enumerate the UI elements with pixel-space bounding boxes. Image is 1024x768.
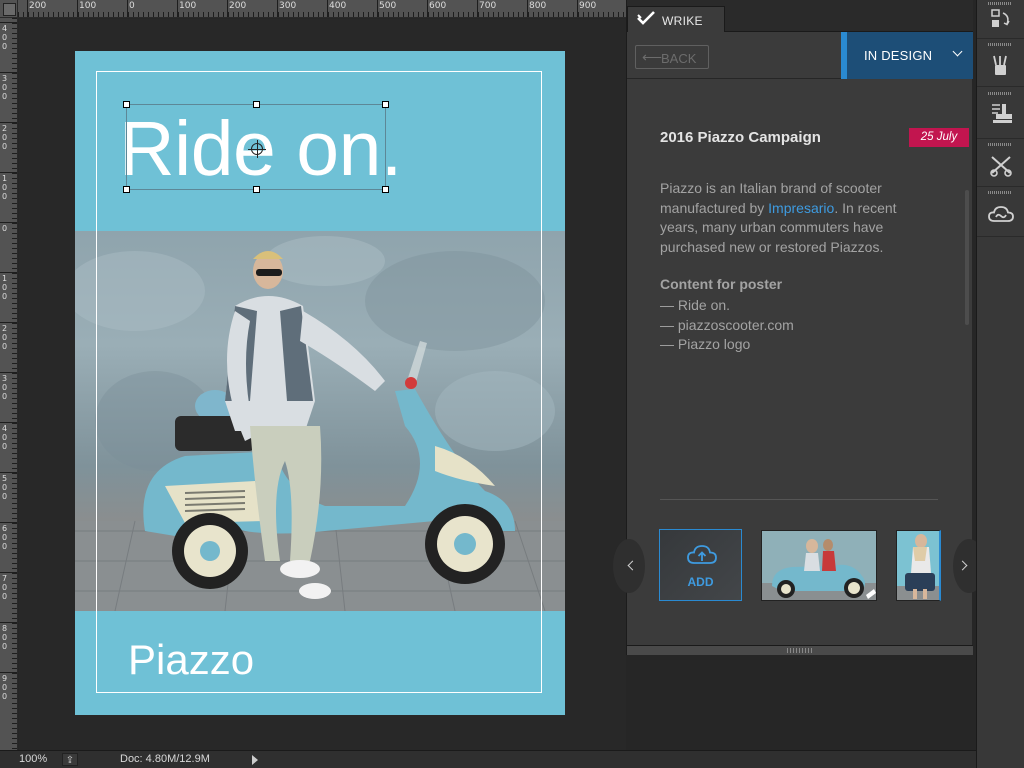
ruler-v-label: 7 0 0 xyxy=(2,574,8,601)
ruler-horizontal[interactable]: 200 100 0 100 200 300 400 500 600 700 80… xyxy=(18,0,626,18)
scissors-tools-icon[interactable] xyxy=(988,153,1014,179)
resize-grip-icon xyxy=(787,648,813,653)
ruler-v-label: 3 0 0 xyxy=(2,374,8,401)
ruler-v-label: 2 0 0 xyxy=(2,324,8,351)
document-size-info: Doc: 4.80M/12.9M xyxy=(120,753,210,765)
back-button[interactable]: ⟵ BACK xyxy=(635,45,709,69)
add-attachment-button[interactable]: ADD xyxy=(659,529,742,601)
attachment-thumbnail[interactable] xyxy=(896,530,941,601)
chevron-left-icon xyxy=(627,560,638,571)
impresario-link[interactable]: Impresario xyxy=(768,200,834,216)
due-date-badge[interactable]: 25 July xyxy=(909,128,969,147)
scooter-photo-illustration xyxy=(75,236,565,611)
attachment-thumbnail[interactable] xyxy=(761,530,877,601)
tab-wrike-label: WRIKE xyxy=(662,14,703,28)
ruler-h-label: 500 xyxy=(379,1,397,11)
resize-handle-bottom[interactable] xyxy=(253,186,260,193)
status-menu-arrow-icon[interactable] xyxy=(252,755,258,765)
ruler-h-label: 700 xyxy=(479,1,497,11)
status-label: IN DESIGN xyxy=(864,48,933,63)
brush-icon[interactable] xyxy=(988,53,1014,79)
attachments-strip: ADD xyxy=(613,520,985,615)
panel-resize-bar[interactable] xyxy=(627,645,973,655)
ruler-v-label: 4 0 0 xyxy=(2,24,8,51)
text-bounding-box[interactable] xyxy=(123,101,389,193)
ruler-v-label: 3 0 0 xyxy=(2,74,8,101)
tab-wrike[interactable]: WRIKE xyxy=(627,6,725,32)
resize-handle-bottom-right[interactable] xyxy=(382,186,389,193)
section-divider xyxy=(660,499,938,500)
app-window: 200 100 0 100 200 300 400 500 600 700 80… xyxy=(0,0,1024,768)
ruler-vertical[interactable]: 4 0 0 3 0 0 2 0 0 1 0 0 0 1 0 0 2 0 0 3 … xyxy=(0,18,18,750)
chevron-right-icon xyxy=(957,560,968,571)
ruler-h-label: 300 xyxy=(279,1,297,11)
content-list: — Ride on. — piazzoscooter.com — Piazzo … xyxy=(660,296,794,355)
list-item: — Piazzo logo xyxy=(660,336,751,352)
checkmark-icon xyxy=(637,11,655,25)
resize-handle-top-right[interactable] xyxy=(382,101,389,108)
ruler-v-label: 4 0 0 xyxy=(2,424,8,451)
content-heading: Content for poster xyxy=(660,276,783,292)
scooter-photo[interactable] xyxy=(75,231,565,611)
wrike-panel: WRIKE ⟵ BACK IN DESIGN 2016 Piazzo Campa… xyxy=(613,0,985,655)
history-icon[interactable] xyxy=(988,6,1014,32)
panel-dock xyxy=(976,0,1024,768)
back-button-label: BACK xyxy=(661,51,697,66)
chevron-down-icon xyxy=(952,46,963,57)
poster-brand-name[interactable]: Piazzo xyxy=(128,636,254,684)
task-description: Piazzo is an Italian brand of scooter ma… xyxy=(660,179,935,257)
list-item: — piazzoscooter.com xyxy=(660,316,794,333)
cloud-upload-icon xyxy=(687,545,717,564)
task-header-bar: ⟵ BACK IN DESIGN xyxy=(627,32,973,79)
ruler-v-label: 5 0 0 xyxy=(2,474,8,501)
list-item: — Ride on. xyxy=(660,297,731,313)
panel-tab-bar: WRIKE xyxy=(627,0,973,32)
resize-handle-top[interactable] xyxy=(253,101,260,108)
ruler-h-label: 0 xyxy=(129,1,135,11)
attachment-image xyxy=(762,531,876,600)
ruler-v-label: 1 0 0 xyxy=(2,274,8,301)
stamp-icon[interactable] xyxy=(988,101,1014,127)
status-dropdown[interactable]: IN DESIGN xyxy=(841,32,973,79)
attachments-prev-button[interactable] xyxy=(613,539,645,593)
ruler-v-label: 2 0 0 xyxy=(2,124,8,151)
status-bar: 100% ⇪ Doc: 4.80M/12.9M xyxy=(0,750,976,768)
ruler-v-label: 1 0 0 xyxy=(2,174,8,201)
ruler-v-label: 8 0 0 xyxy=(2,624,8,651)
ruler-v-label: 6 0 0 xyxy=(2,524,8,551)
resize-handle-bottom-left[interactable] xyxy=(123,186,130,193)
ruler-h-label: 200 xyxy=(229,1,247,11)
attachment-image xyxy=(897,531,939,600)
ruler-v-label: 9 0 0 xyxy=(2,674,8,701)
ruler-h-label: 200 xyxy=(29,1,47,11)
ruler-h-label: 100 xyxy=(179,1,197,11)
creative-cloud-icon[interactable] xyxy=(988,202,1014,228)
task-title[interactable]: 2016 Piazzo Campaign xyxy=(660,129,821,146)
add-attachment-label: ADD xyxy=(687,575,714,589)
export-icon[interactable]: ⇪ xyxy=(62,753,78,766)
ruler-h-label: 800 xyxy=(529,1,547,11)
ruler-origin[interactable] xyxy=(0,0,18,18)
ruler-v-label: 0 xyxy=(2,224,8,233)
description-scrollbar[interactable] xyxy=(965,190,969,325)
ruler-h-label: 900 xyxy=(579,1,597,11)
resize-handle-top-left[interactable] xyxy=(123,101,130,108)
zoom-level[interactable]: 100% xyxy=(19,753,47,765)
ruler-h-label: 600 xyxy=(429,1,447,11)
transform-pivot-icon[interactable] xyxy=(248,140,266,158)
ruler-h-label: 100 xyxy=(79,1,97,11)
arrow-left-icon: ⟵ xyxy=(642,49,663,65)
ruler-h-label: 400 xyxy=(329,1,347,11)
